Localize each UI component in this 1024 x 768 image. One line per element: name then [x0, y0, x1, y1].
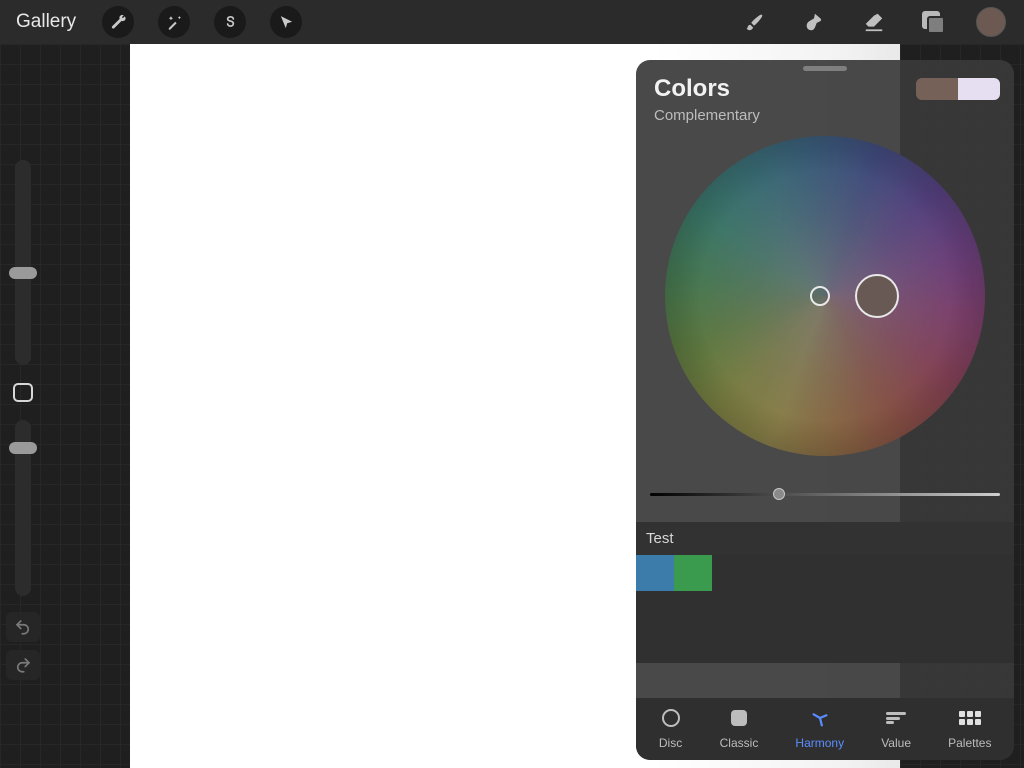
- left-sidebar: [4, 160, 42, 680]
- color-panel: Colors Complementary Test: [636, 60, 1014, 760]
- color-swatch-toggle[interactable]: [916, 78, 1000, 100]
- smudge-icon: [803, 11, 825, 33]
- value-slider[interactable]: [650, 484, 1000, 506]
- palette-empty-slot[interactable]: [787, 591, 825, 627]
- value-icon: [886, 712, 906, 724]
- modify-button[interactable]: [13, 383, 33, 403]
- palette-empty-slot[interactable]: [674, 627, 712, 663]
- brush-tool-button[interactable]: [738, 6, 770, 38]
- secondary-color-swatch[interactable]: [958, 78, 1000, 100]
- palette-empty-slot[interactable]: [712, 591, 750, 627]
- harmony-icon: [809, 707, 831, 729]
- eraser-icon: [863, 11, 885, 33]
- tab-palettes[interactable]: Palettes: [948, 706, 991, 750]
- palette-empty-slot[interactable]: [863, 555, 901, 591]
- palette-empty-slot[interactable]: [976, 627, 1014, 663]
- palette-swatch[interactable]: [674, 555, 712, 591]
- complement-color-cursor[interactable]: [810, 286, 830, 306]
- disc-icon: [662, 709, 680, 727]
- layers-button[interactable]: [920, 9, 946, 35]
- harmony-mode-label[interactable]: Complementary: [636, 105, 1014, 132]
- tab-harmony[interactable]: Harmony: [795, 706, 844, 750]
- primary-color-cursor[interactable]: [855, 274, 899, 318]
- palette-empty-slot[interactable]: [901, 591, 939, 627]
- classic-icon: [731, 710, 747, 726]
- palette-empty-slot[interactable]: [749, 555, 787, 591]
- smudge-tool-button[interactable]: [798, 6, 830, 38]
- palette-empty-slot[interactable]: [712, 555, 750, 591]
- palette-empty-slot[interactable]: [636, 627, 674, 663]
- panel-drag-handle[interactable]: [803, 66, 847, 71]
- tab-disc[interactable]: Disc: [659, 706, 683, 750]
- transform-button[interactable]: [270, 6, 302, 38]
- wrench-icon: [110, 14, 127, 31]
- palette-empty-slot[interactable]: [749, 627, 787, 663]
- eraser-tool-button[interactable]: [858, 6, 890, 38]
- palette-swatch[interactable]: [636, 555, 674, 591]
- palette-empty-slot[interactable]: [863, 591, 901, 627]
- color-chip-button[interactable]: [976, 7, 1006, 37]
- tab-label: Value: [881, 736, 911, 750]
- color-mode-tabbar: Disc Classic Harmony Value Palettes: [636, 698, 1014, 760]
- gallery-button[interactable]: Gallery: [16, 11, 76, 33]
- palette-name-label[interactable]: Test: [636, 522, 1014, 555]
- palette-empty-slot[interactable]: [636, 591, 674, 627]
- value-thumb[interactable]: [773, 488, 785, 500]
- palette-empty-slot[interactable]: [674, 591, 712, 627]
- palette-empty-slot[interactable]: [787, 627, 825, 663]
- palettes-icon: [959, 711, 981, 725]
- primary-color-swatch[interactable]: [916, 78, 958, 100]
- tab-label: Classic: [720, 736, 759, 750]
- color-panel-title: Colors: [654, 75, 916, 103]
- tab-classic[interactable]: Classic: [720, 706, 759, 750]
- adjustments-button[interactable]: [158, 6, 190, 38]
- brush-opacity-thumb[interactable]: [9, 442, 37, 454]
- tab-label: Palettes: [948, 736, 991, 750]
- arrow-cursor-icon: [278, 14, 295, 31]
- palette-empty-slot[interactable]: [901, 627, 939, 663]
- palette-empty-slot[interactable]: [976, 555, 1014, 591]
- tab-label: Harmony: [795, 736, 844, 750]
- redo-button[interactable]: [6, 650, 40, 680]
- palette-empty-slot[interactable]: [863, 627, 901, 663]
- palette-empty-slot[interactable]: [938, 627, 976, 663]
- palette-empty-slot[interactable]: [938, 555, 976, 591]
- selection-button[interactable]: [214, 6, 246, 38]
- tab-label: Disc: [659, 736, 682, 750]
- value-track: [650, 493, 1000, 496]
- undo-button[interactable]: [6, 612, 40, 642]
- brush-size-slider[interactable]: [15, 160, 31, 365]
- tab-value[interactable]: Value: [881, 706, 911, 750]
- top-toolbar: Gallery: [0, 0, 1024, 44]
- paintbrush-icon: [743, 11, 765, 33]
- palette-empty-slot[interactable]: [901, 555, 939, 591]
- redo-icon: [14, 656, 32, 674]
- undo-icon: [14, 618, 32, 636]
- palette-empty-slot[interactable]: [825, 627, 863, 663]
- magic-wand-icon: [166, 14, 183, 31]
- palette-empty-slot[interactable]: [787, 555, 825, 591]
- actions-button[interactable]: [102, 6, 134, 38]
- palette-empty-slot[interactable]: [712, 627, 750, 663]
- palette-empty-slot[interactable]: [749, 591, 787, 627]
- harmony-color-wheel[interactable]: [665, 136, 985, 456]
- palette-empty-slot[interactable]: [976, 591, 1014, 627]
- palette-grid[interactable]: [636, 555, 1014, 663]
- palette-empty-slot[interactable]: [938, 591, 976, 627]
- palette-empty-slot[interactable]: [825, 591, 863, 627]
- selection-s-icon: [222, 14, 239, 31]
- brush-opacity-slider[interactable]: [15, 420, 31, 596]
- brush-size-thumb[interactable]: [9, 267, 37, 279]
- palette-empty-slot[interactable]: [825, 555, 863, 591]
